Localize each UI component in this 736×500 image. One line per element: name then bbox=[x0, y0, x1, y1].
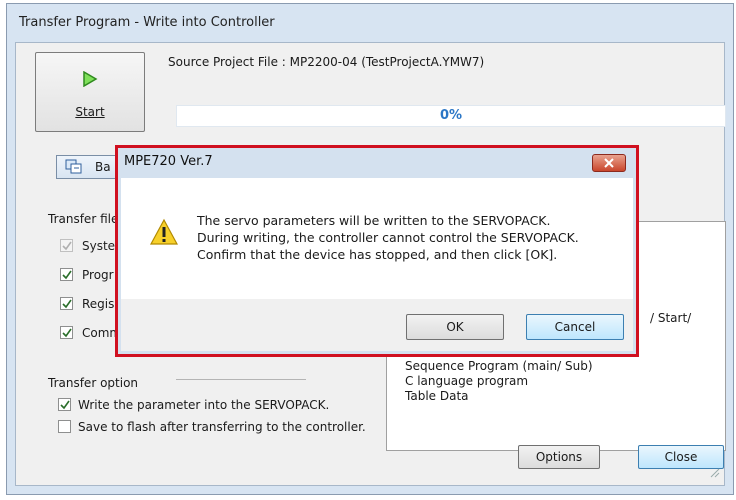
checkbox-system-label: Syste bbox=[82, 239, 116, 253]
dialog-message-line-3: Confirm that the device has stopped, and… bbox=[197, 247, 558, 262]
checkbox-write-servopack[interactable] bbox=[58, 398, 71, 411]
dialog-message-line-2: During writing, the controller cannot co… bbox=[197, 230, 579, 245]
dialog-message-line-1: The servo parameters will be written to … bbox=[197, 213, 551, 228]
start-button-label: Start bbox=[75, 105, 105, 119]
dialog-close-button[interactable] bbox=[592, 154, 626, 172]
checkbox-register-label: Regis bbox=[82, 297, 115, 311]
ok-button[interactable]: OK bbox=[406, 314, 504, 340]
checkbox-program-label: Progr bbox=[82, 268, 114, 282]
checkbox-system[interactable] bbox=[60, 239, 73, 252]
progress-bar: 0% bbox=[176, 105, 726, 127]
warning-icon bbox=[149, 218, 179, 249]
checkbox-save-flash-label: Save to flash after transferring to the … bbox=[78, 420, 366, 434]
detail-line-3: Table Data bbox=[405, 389, 469, 403]
checkbox-save-flash[interactable] bbox=[58, 420, 71, 433]
title-bar: Transfer Program - Write into Controller bbox=[7, 4, 733, 42]
checkbox-program[interactable] bbox=[60, 268, 73, 281]
checkbox-comment[interactable] bbox=[60, 326, 73, 339]
dialog-body: The servo parameters will be written to … bbox=[121, 178, 633, 299]
resize-grip-icon[interactable] bbox=[710, 467, 720, 481]
checkbox-write-servopack-label: Write the parameter into the SERVOPACK. bbox=[78, 398, 330, 412]
backup-button-label: Ba bbox=[95, 160, 111, 174]
start-button[interactable]: Start bbox=[35, 52, 145, 132]
play-icon bbox=[82, 70, 98, 90]
cancel-button[interactable]: Cancel bbox=[526, 314, 624, 340]
checkbox-register[interactable] bbox=[60, 297, 73, 310]
dialog-message: The servo parameters will be written to … bbox=[197, 212, 579, 263]
start-fragment-text: / Start/ bbox=[650, 311, 692, 325]
dialog-footer: OK Cancel bbox=[121, 299, 633, 351]
progress-text: 0% bbox=[439, 108, 463, 123]
options-button[interactable]: Options bbox=[518, 445, 600, 469]
backup-icon bbox=[65, 159, 83, 178]
source-project-file: Source Project File : MP2200-04 (TestPro… bbox=[168, 55, 485, 69]
transfer-option-heading: Transfer option bbox=[48, 376, 139, 390]
close-icon bbox=[604, 158, 614, 168]
detail-line-1: Sequence Program (main/ Sub) bbox=[405, 359, 593, 373]
transfer-option-divider bbox=[176, 379, 306, 380]
transfer-file-heading: Transfer file bbox=[48, 212, 119, 226]
detail-line-2: C language program bbox=[405, 374, 529, 388]
dialog-title: MPE720 Ver.7 bbox=[124, 154, 213, 169]
confirm-dialog: MPE720 Ver.7 The servo parameters will b… bbox=[115, 145, 639, 357]
window-title: Transfer Program - Write into Controller bbox=[19, 15, 275, 30]
close-button[interactable]: Close bbox=[638, 445, 724, 469]
